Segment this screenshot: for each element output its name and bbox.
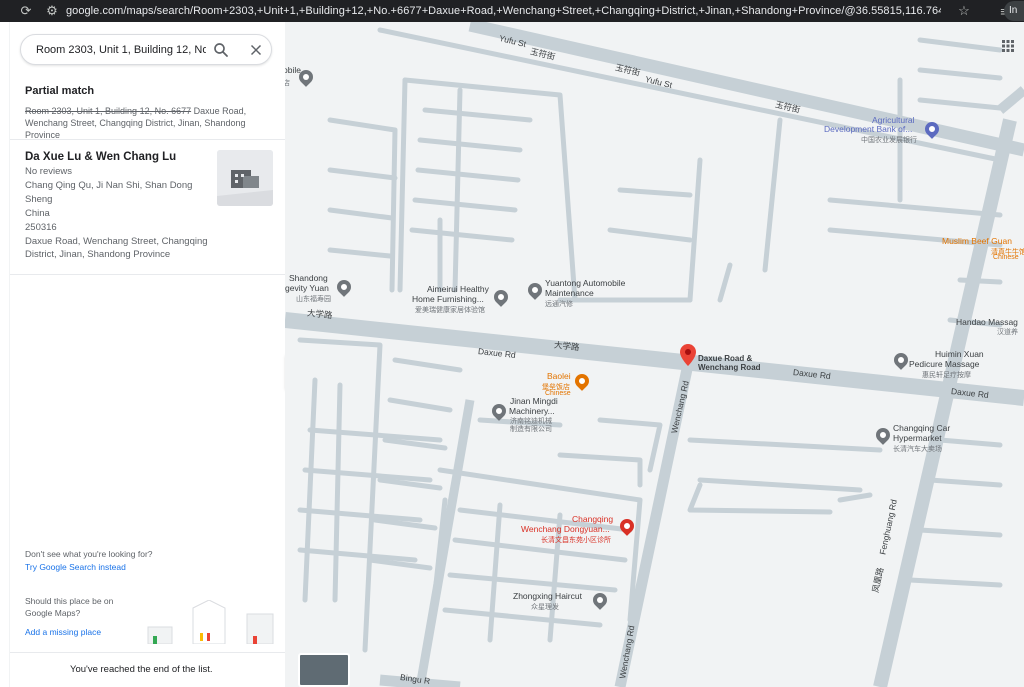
poi-label[interactable]: Hypermarket <box>893 434 942 443</box>
poi-label[interactable]: Machinery... <box>509 407 555 416</box>
poi-label[interactable]: Home Furnishing... <box>412 295 484 304</box>
road-label: 大学路 <box>306 307 333 321</box>
place-address-line: Sheng <box>25 194 53 205</box>
poi-label: 汉道养 <box>997 329 1018 336</box>
poi-label[interactable]: Pedicure Massage <box>909 360 979 369</box>
map-canvas[interactable]: Yufu St 玉符街 玉符街 Yufu St 玉符街 大学路 Daxue Rd… <box>285 22 1024 687</box>
reload-icon[interactable]: ⟳ <box>18 3 34 19</box>
road-label: 大学路 <box>553 339 580 353</box>
place-postcode: 250316 <box>25 222 57 233</box>
poi-label: 制造有限公司 <box>510 426 552 433</box>
site-settings-icon[interactable]: ⚙ <box>44 3 60 19</box>
map-pin-icon[interactable] <box>680 344 696 366</box>
poi-label: 长清文昌东苑小区诊所 <box>541 537 611 544</box>
partial-match-text: Room 2303, Unit 1, Building 12, No. 6677… <box>25 105 280 141</box>
poi-label[interactable]: Wenchang Dongyuan... <box>521 525 610 534</box>
poi-label[interactable]: Handao Massag <box>956 318 1018 327</box>
not-found-text: Don't see what you're looking for? <box>25 549 153 559</box>
place-address-line: District, Jinan, Shandong Province <box>25 249 171 260</box>
poi-label: 店 <box>285 80 290 87</box>
place-address-line: China <box>25 208 50 219</box>
poi-label[interactable]: Maintenance <box>545 289 594 298</box>
poi-label: 长清汽车大卖场 <box>893 446 942 453</box>
poi-label[interactable]: Development Bank of... <box>824 125 912 134</box>
poi-label[interactable]: Huimin Xuan <box>935 350 984 359</box>
unmatched-address: Room 2303, Unit 1, Building 12, No. 6677 <box>25 106 192 116</box>
address-bar[interactable]: google.com/maps/search/Room+2303,+Unit+1… <box>66 5 941 17</box>
poi-label[interactable]: Changqing <box>572 515 613 524</box>
google-apps-icon[interactable] <box>1002 40 1014 52</box>
poi-category: Chinese <box>993 254 1019 261</box>
poi-label: 远通汽修 <box>545 301 573 308</box>
end-of-list-text: You've reached the end of the list. <box>70 664 213 675</box>
poi-label: 中国农业发展银行 <box>861 137 917 144</box>
poi-label[interactable]: Jinan Mingdi <box>510 397 558 406</box>
poi-label[interactable]: Muslim Beef Guan <box>942 237 1012 246</box>
poi-label: 山东福寿园 <box>296 296 331 303</box>
search-box[interactable]: Room 2303, Unit 1, Building 12, No. 6 <box>20 34 272 65</box>
try-google-search-link[interactable]: Try Google Search instead <box>25 562 126 572</box>
partial-match-heading: Partial match <box>25 85 95 97</box>
profile-chip[interactable]: In <box>1004 1 1024 21</box>
pin-label[interactable]: Daxue Road & <box>698 354 752 363</box>
bookmark-star-icon[interactable]: ☆ <box>955 3 973 19</box>
pin-label[interactable]: Wenchang Road <box>698 363 761 372</box>
place-reviews: No reviews <box>25 166 72 177</box>
browser-toolbar: ⟳ ⚙ google.com/maps/search/Room+2303,+Un… <box>0 0 1024 22</box>
add-missing-place-link[interactable]: Add a missing place <box>25 627 101 637</box>
search-input[interactable]: Room 2303, Unit 1, Building 12, No. 6 <box>36 44 206 56</box>
layers-thumbnail[interactable] <box>298 653 350 687</box>
search-icon[interactable] <box>212 41 230 59</box>
results-panel: Room 2303, Unit 1, Building 12, No. 6 Pa… <box>0 22 285 687</box>
divider <box>10 274 285 275</box>
close-icon[interactable] <box>247 41 265 59</box>
panel-edge <box>0 22 10 687</box>
building-icon <box>217 150 273 206</box>
poi-label: 惠民轩足疗按摩 <box>922 372 971 379</box>
buildings-illustration-icon <box>147 600 274 644</box>
place-address-line: Daxue Road, Wenchang Street, Changqing <box>25 236 208 247</box>
divider <box>10 139 285 140</box>
missing-place-prompt: Should this place be on Google Maps? <box>25 596 114 618</box>
divider <box>10 652 285 653</box>
poi-label[interactable]: Aimeirui Healthy <box>427 285 489 294</box>
poi-label: 爱美瑞健康家居体验馆 <box>415 307 485 314</box>
poi-label[interactable]: gevity Yuan <box>285 284 329 293</box>
poi-label[interactable]: Zhongxing Haircut <box>513 592 582 601</box>
place-photo[interactable] <box>217 150 273 206</box>
poi-label[interactable]: Shandong <box>289 274 328 283</box>
place-title[interactable]: Da Xue Lu & Wen Chang Lu <box>25 151 176 163</box>
poi-label[interactable]: Changqing Car <box>893 424 950 433</box>
poi-label[interactable]: Yuantong Automobile <box>545 279 625 288</box>
poi-label[interactable]: Baolei <box>547 372 571 381</box>
place-address-line: Chang Qing Qu, Ji Nan Shi, Shan Dong <box>25 180 193 191</box>
poi-label: 众星理发 <box>531 604 559 611</box>
